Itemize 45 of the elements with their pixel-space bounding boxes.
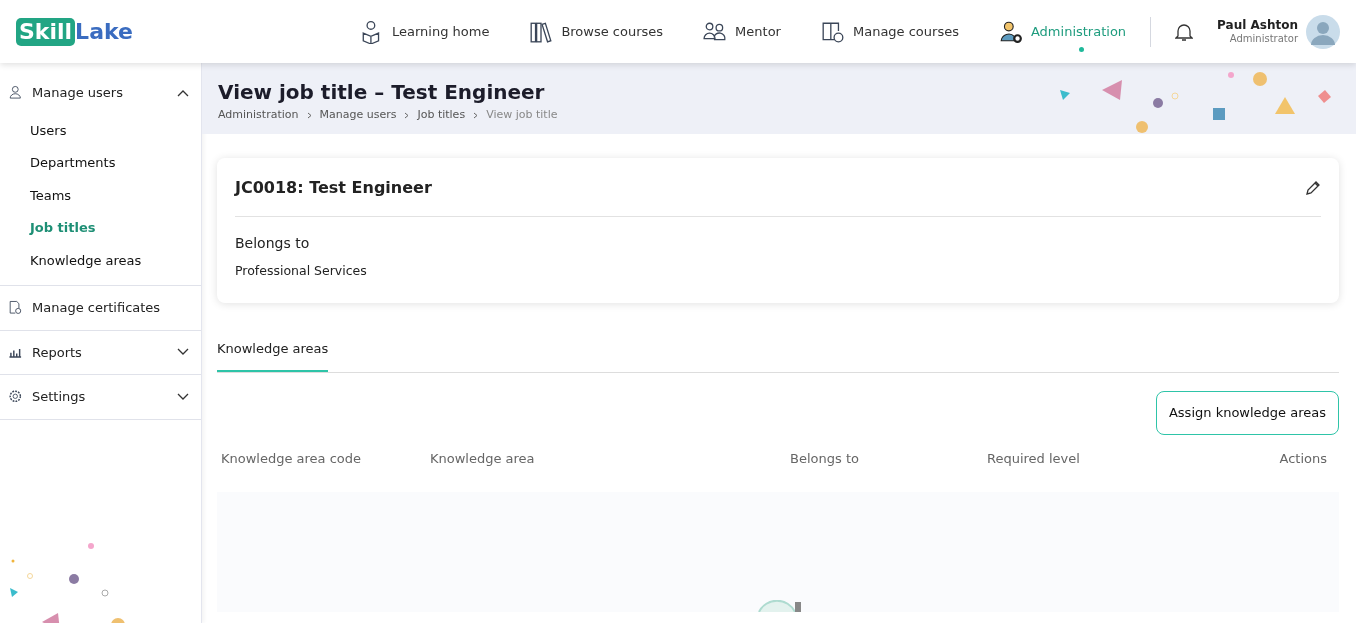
nav-link[interactable]: Learning home (391, 23, 490, 39)
breadcrumb-link[interactable]: Job titles (417, 107, 466, 124)
field-value: Professional Services (235, 262, 368, 280)
nav-link[interactable]: Mentor (735, 23, 781, 39)
sidebar-subitem[interactable]: Teams (0, 179, 201, 212)
breadcrumb-separator-icon (473, 111, 479, 119)
chevron-icon[interactable] (177, 88, 189, 97)
user-name: Paul Ashton (1217, 18, 1298, 33)
sidebar-item[interactable]: Reports (32, 342, 169, 362)
sidebar-item[interactable]: Settings (32, 387, 169, 407)
column-header: Knowledge area (430, 449, 536, 468)
breadcrumb-separator-icon (404, 111, 410, 119)
breadcrumb-current: View job title (486, 107, 558, 123)
sidebar-item[interactable]: Manage users (32, 83, 169, 103)
breadcrumb-link[interactable]: Administration (218, 107, 299, 124)
breadcrumb-link[interactable]: Manage users (319, 107, 397, 124)
page-title: View job title – Test Engineer (218, 81, 546, 103)
settings-icon (8, 388, 24, 405)
edit-icon[interactable] (1305, 180, 1321, 196)
nav-link[interactable]: Browse courses (561, 23, 664, 39)
user-icon (8, 84, 24, 101)
sidebar-subitem[interactable]: Users (0, 114, 201, 147)
sidebar-item[interactable]: Manage certificates (32, 298, 189, 318)
column-header: Required level (987, 449, 1081, 468)
certificate-icon (8, 299, 24, 316)
user-role: Administrator (1228, 32, 1298, 45)
sidebar-subitem[interactable]: Job titles (0, 212, 201, 245)
chevron-icon[interactable] (177, 392, 189, 401)
logo: Skill Lake (16, 17, 133, 46)
nav-link[interactable]: Administration (1030, 23, 1127, 39)
column-header: Actions (1278, 449, 1328, 468)
sidebar-subitem[interactable]: Knowledge areas (0, 244, 201, 277)
bell-icon[interactable] (1175, 21, 1194, 42)
field-label: Belongs to (235, 234, 311, 253)
user-gear-icon (998, 19, 1023, 44)
sidebar-subitem[interactable]: Departments (0, 147, 201, 180)
chevron-icon[interactable] (177, 348, 189, 357)
active-dot (1078, 47, 1084, 53)
tab[interactable]: Knowledge areas (217, 330, 329, 373)
card-title: JC0018: Test Engineer (235, 177, 432, 199)
breadcrumb-separator-icon (306, 111, 312, 119)
column-header: Belongs to (790, 449, 860, 468)
column-header: Knowledge area code (221, 449, 363, 468)
assign-button[interactable]: Assign knowledge areas (1155, 391, 1339, 435)
nav-link[interactable]: Manage courses (852, 23, 959, 39)
